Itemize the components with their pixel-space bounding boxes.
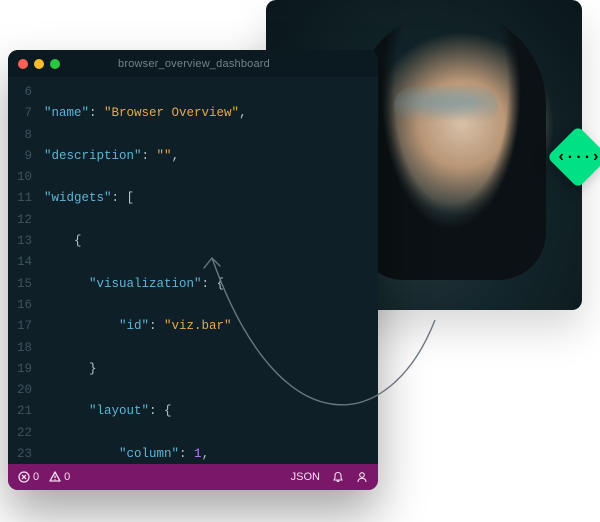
statusbar: 0 0 JSON: [8, 464, 378, 490]
line-number: 17: [8, 316, 32, 337]
titlebar: browser_overview_dashboard: [8, 50, 378, 78]
line-number: 20: [8, 380, 32, 401]
line-number: 15: [8, 274, 32, 295]
line-number: 12: [8, 210, 32, 231]
line-number: 13: [8, 231, 32, 252]
line-number: 23: [8, 444, 32, 464]
window-title: browser_overview_dashboard: [20, 58, 368, 70]
bell-icon[interactable]: [332, 471, 344, 483]
warning-icon[interactable]: [49, 471, 61, 483]
line-number: 16: [8, 295, 32, 316]
line-number: 14: [8, 252, 32, 273]
line-number: 9: [8, 146, 32, 167]
line-number: 21: [8, 401, 32, 422]
line-number: 19: [8, 359, 32, 380]
line-number: 11: [8, 188, 32, 209]
error-count: 0: [33, 471, 39, 483]
line-gutter: 6 7 8 9 10 11 12 13 14 15 16 17 18 19 20…: [8, 82, 38, 464]
line-number: 10: [8, 167, 32, 188]
line-number: 7: [8, 103, 32, 124]
user-icon[interactable]: [356, 471, 368, 483]
language-mode[interactable]: JSON: [291, 471, 320, 483]
code-badge-glyph: ‹···›: [556, 135, 600, 179]
line-number: 6: [8, 82, 32, 103]
code-area[interactable]: 6 7 8 9 10 11 12 13 14 15 16 17 18 19 20…: [8, 78, 378, 464]
editor-window: browser_overview_dashboard 6 7 8 9 10 11…: [8, 50, 378, 490]
error-icon[interactable]: [18, 471, 30, 483]
line-number: 8: [8, 125, 32, 146]
line-number: 18: [8, 338, 32, 359]
line-number: 22: [8, 423, 32, 444]
warning-count: 0: [64, 471, 70, 483]
code-content[interactable]: "name": "Browser Overview", "description…: [38, 82, 378, 464]
